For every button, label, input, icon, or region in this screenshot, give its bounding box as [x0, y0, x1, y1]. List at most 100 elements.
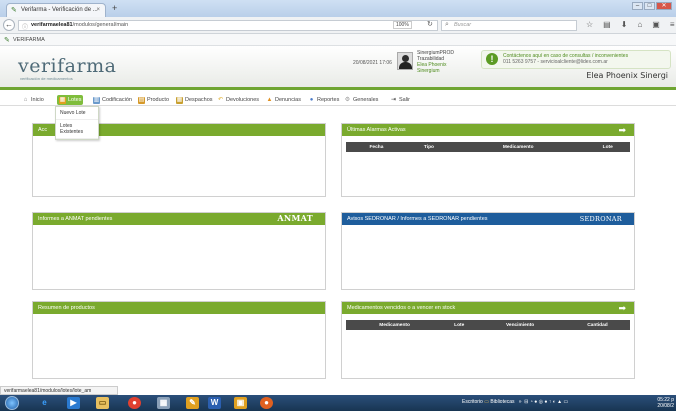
nav-item-generales[interactable]: ⚙ Generales [342, 95, 380, 105]
nav-item-despachos[interactable]: ▦ Despachos [174, 95, 215, 105]
anmat-logo: ANMAT [277, 213, 313, 223]
panel-title: Avisos SEDRONAR / Informes a SEDRONAR pe… [347, 216, 488, 222]
search-placeholder: Buscar [454, 22, 472, 28]
nav-label: Codificación [102, 97, 132, 103]
bookmark-star-icon[interactable]: ☆ [586, 20, 593, 29]
bookmarks-bar: ✎ VERIFARMA [0, 34, 676, 46]
panel-title: Acc [38, 127, 48, 133]
verifarma-favicon: ✎ [11, 7, 17, 14]
clock-date: 20/08/2 [657, 403, 674, 409]
close-window-button[interactable]: ✕ [656, 2, 672, 10]
zoom-indicator[interactable]: 100% [393, 21, 412, 29]
explorer-icon[interactable]: ▣ [234, 397, 247, 409]
tray-desktop[interactable]: Escritorio [462, 399, 483, 405]
logo-word: verifarma [18, 55, 117, 77]
column-header[interactable]: Medicamento [346, 320, 444, 330]
nav-item-producto[interactable]: ▤ Producto [136, 95, 171, 105]
app-header: verifarma verificación de medicamentos 2… [0, 46, 676, 90]
column-header[interactable]: Vencimiento [475, 320, 565, 330]
word-icon[interactable]: W [208, 397, 221, 409]
nav-item-devoluciones[interactable]: ↶ Devoluciones [215, 95, 261, 105]
menu-item-lotes-existentes[interactable]: Lotes Existentes [56, 120, 98, 139]
nav-label: Lotes [68, 97, 82, 103]
alarmas-table: Fecha Tipo Medicamento Lote [346, 142, 630, 152]
panel-medicamentos-vencidos: Medicamentos vencidos o a vencer en stoc… [341, 301, 635, 379]
despachos-icon: ▦ [176, 96, 183, 104]
library-icon[interactable]: ▤ [603, 20, 611, 29]
nav-item-denuncias[interactable]: ▲ Denuncias [264, 95, 303, 105]
tab-close-icon[interactable]: × [96, 7, 100, 13]
menu-item-nuevo-lote[interactable]: Nuevo Lote [56, 107, 98, 120]
avatar [397, 52, 413, 70]
main-nav: ⌂ Inicio ▦ Lotes ▥ Codificación ▤ Producto ▦… [0, 93, 676, 106]
contact-alert[interactable]: ! Contáctenos aquí en caso de consultas … [481, 50, 671, 69]
nav-label: Devoluciones [226, 97, 260, 103]
info-icon[interactable]: ⓘ [22, 22, 28, 30]
tray-libraries[interactable]: Bibliotecas [490, 399, 514, 405]
reload-icon[interactable]: ↻ [427, 20, 433, 28]
nav-item-salir[interactable]: ⇥ Salir [388, 95, 412, 105]
paint-icon[interactable]: ✎ [186, 397, 199, 409]
verifarma-logo[interactable]: verifarma verificación de medicamentos [18, 56, 116, 81]
maximize-button[interactable]: □ [644, 2, 655, 10]
nav-label: Generales [353, 97, 379, 103]
clock[interactable]: 05:22 p 20/08/2 [657, 397, 674, 409]
bookmark-verifarma[interactable]: VERIFARMA [13, 37, 45, 43]
info-alert-icon: ! [486, 53, 498, 65]
firefox-icon[interactable]: ● [260, 397, 273, 409]
new-tab-button[interactable]: + [112, 3, 117, 13]
nav-label: Denuncias [275, 97, 301, 103]
internet-explorer-icon[interactable]: e [38, 397, 51, 409]
folder-icon[interactable]: ▭ [96, 397, 109, 409]
column-header[interactable]: Cantidad [564, 320, 630, 330]
url-bar[interactable]: ⓘ verifarmaelea81/modulos/general/main [18, 20, 438, 31]
column-header[interactable]: Tipo [406, 142, 451, 152]
home-button-icon[interactable]: ⌂ [637, 20, 642, 29]
column-header[interactable]: Medicamento [450, 142, 586, 152]
codificacion-icon: ▥ [93, 96, 100, 104]
menu-icon[interactable]: ≡ [670, 20, 675, 29]
panel-title: Últimas Alarmas Activas [347, 127, 406, 133]
search-field[interactable]: ⌕ Buscar [441, 20, 577, 31]
system-tray: Escritorio ▭ Bibliotecas » ⊟ ◔ ● ◎ ● ↑ ◐… [462, 399, 568, 405]
user-line-4[interactable]: Sinergium [417, 68, 454, 74]
contact-line-2: 011 5263 9757 - servicioalcliente@lidex.… [503, 59, 608, 65]
lotes-dropdown-menu: Nuevo Lote Lotes Existentes [55, 106, 99, 140]
browser-tab[interactable]: ✎ Verifarma - Verificación de ... × [6, 3, 106, 17]
company-name: Elea Phoenix Sinergi [586, 71, 668, 80]
chrome-icon[interactable]: ● [128, 397, 141, 409]
status-bar: verifarmaelea81/modulos/lotes/lote_am [0, 386, 118, 395]
start-button[interactable] [5, 396, 19, 410]
minimize-button[interactable]: – [632, 2, 643, 10]
pocket-icon[interactable]: ▣ [652, 20, 660, 29]
arrow-right-icon[interactable]: ➡ [618, 303, 626, 313]
nav-item-codificacion[interactable]: ▥ Codificación [91, 95, 134, 105]
download-icon[interactable]: ⬇ [621, 20, 628, 29]
user-info: SinergiumPROD Trazabilidad Elea Phoenix … [417, 50, 454, 74]
sedronar-logo: SEDRONAR [579, 215, 622, 223]
url-path: /modulos/general/main [72, 22, 129, 28]
panel-informes-anmat: Informes a ANMAT pendientes ANMAT [32, 212, 326, 290]
exit-icon: ⇥ [390, 96, 397, 103]
nav-label: Despachos [185, 97, 213, 103]
media-icon[interactable]: ▶ [67, 397, 80, 409]
nav-label: Producto [147, 97, 170, 103]
column-header[interactable]: Lote [443, 320, 476, 330]
panel-title: Resumen de productos [38, 305, 95, 311]
navigation-toolbar: ← ⓘ verifarmaelea81/modulos/general/main… [0, 17, 676, 34]
taskbar: e ▶ ▭ ● ▦ ✎ W ▣ ● Escritorio ▭ Bibliotec… [0, 395, 676, 411]
producto-icon: ▤ [138, 96, 145, 104]
nav-item-lotes[interactable]: ▦ Lotes [57, 95, 84, 105]
url-host: verifarmaelea81 [31, 22, 73, 28]
arrow-right-icon[interactable]: ➡ [618, 125, 626, 135]
nav-item-reportes[interactable]: ● Reportes [306, 95, 341, 105]
column-header[interactable]: Lote [585, 142, 630, 152]
vencidos-table: Medicamento Lote Vencimiento Cantidad [346, 320, 630, 330]
back-button[interactable]: ← [3, 19, 15, 31]
libraries-folder-icon: ▭ [484, 399, 489, 405]
column-header[interactable]: Fecha [346, 142, 407, 152]
session-datetime: 20/08/2021 17:06 [353, 60, 392, 66]
browser-tab-bar: ✎ Verifarma - Verificación de ... × + – … [0, 0, 676, 17]
nav-item-inicio[interactable]: ⌂ Inicio [20, 95, 46, 105]
calculator-icon[interactable]: ▦ [157, 397, 170, 409]
